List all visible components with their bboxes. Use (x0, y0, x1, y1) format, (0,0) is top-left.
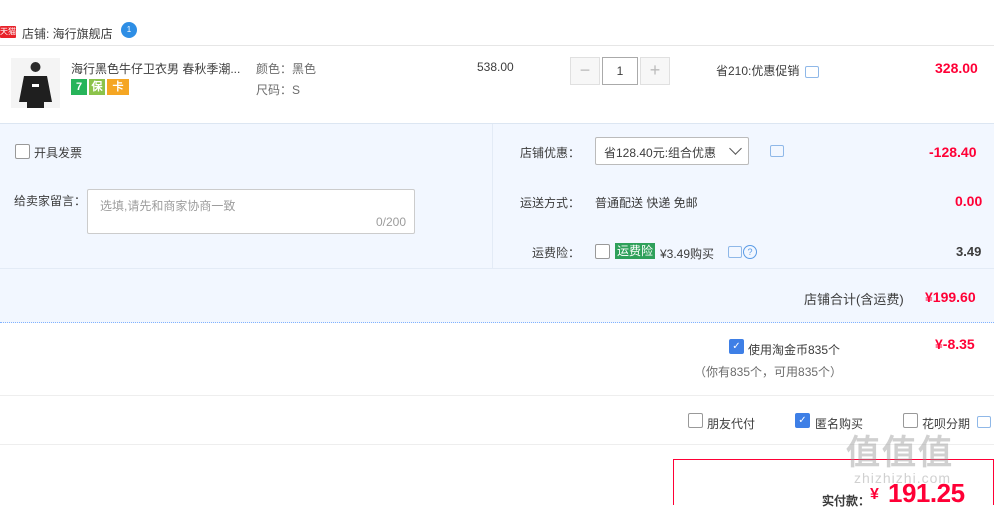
chevron-down-icon (729, 142, 742, 155)
discount-selected-value: 省128.40元:组合优惠 (604, 146, 717, 160)
sku-color: 颜色：黑色 (256, 62, 317, 76)
friend-pay-label[interactable]: 朋友代付 (707, 415, 755, 432)
shop-discount-select[interactable]: 省128.40元:组合优惠 (595, 137, 749, 165)
insurance-icons: ? (728, 244, 757, 259)
panel-divider (492, 124, 493, 268)
shop-subtotal-label: 店铺合计(含运费) (804, 292, 904, 307)
friend-pay-checkbox[interactable] (688, 413, 703, 428)
memo-char-count: 0/200 (375, 215, 406, 229)
qty-minus-button[interactable]: − (570, 57, 600, 85)
credit-card-icon[interactable]: 卡 (107, 79, 129, 95)
seven-day-return-icon[interactable]: 7 (71, 79, 87, 95)
shop-header: 天猫 店铺: 海行旗舰店 1 (0, 19, 994, 45)
payment-currency: ¥ (870, 486, 879, 503)
product-thumbnail[interactable] (11, 58, 60, 108)
promo-text: 省210:优惠促销 (716, 64, 800, 78)
coins-amount: ¥-8.35 (935, 336, 975, 352)
promo-info: 省210:优惠促销 (716, 62, 820, 79)
tmall-badge: 天猫 (0, 26, 16, 38)
help-icon[interactable]: ? (743, 244, 757, 259)
discount-amount: -128.40 (929, 144, 977, 160)
taobao-coins-row: ✓ 使用淘金币835个 （你有835个，可用835个） ¥-8.35 (0, 322, 994, 396)
watermark-sub: zhizhizhi.com (854, 470, 952, 486)
insurance-tag: 运费险 (615, 243, 656, 259)
message-icon[interactable] (728, 245, 742, 258)
insurance-checkbox[interactable] (595, 244, 610, 259)
coins-available: （你有835个，可用835个） (694, 365, 843, 379)
memo-label: 给卖家留言： (14, 194, 87, 208)
anonymous-checkbox[interactable]: ✓ (795, 413, 810, 428)
payment-options-row: 朋友代付 ✓ 匿名购买 花呗分期 (0, 396, 994, 445)
watermark: 值值值 (846, 434, 954, 472)
shipping-method: 普通配送 快递 免邮 (595, 196, 698, 210)
product-title-link[interactable]: 海行黑色牛仔卫衣男 春秋季潮... (71, 60, 240, 77)
order-options-panel: 开具发票 给卖家留言： 选填,请先和商家协商一致 0/200 店铺优惠： 省12… (0, 123, 994, 323)
message-icon[interactable] (805, 65, 820, 78)
shipping-label: 运送方式： (520, 196, 581, 210)
qty-plus-button[interactable]: + (640, 57, 670, 85)
shop-discount-label: 店铺优惠： (520, 146, 581, 160)
sku-size: 尺码：S (256, 83, 301, 97)
insurance-amount: 3.49 (956, 244, 982, 259)
quantity-stepper: −1 + (570, 57, 670, 85)
order-item-row: 海行黑色牛仔卫衣男 春秋季潮... 7保卡 颜色：黑色 尺码：S 538.00 … (0, 45, 994, 124)
unit-price: 538.00 (477, 60, 514, 74)
hoodie-image (11, 58, 60, 108)
shop-name-link[interactable]: 店铺: 海行旗舰店 (22, 25, 113, 42)
invoice-label[interactable]: 开具发票 (34, 144, 82, 161)
guarantee-icon[interactable]: 保 (89, 79, 105, 95)
insurance-label: 运费险： (532, 246, 581, 260)
panel-divider-horizontal (0, 268, 994, 269)
coins-checkbox[interactable]: ✓ (729, 339, 744, 354)
service-icons: 7保卡 (71, 79, 131, 95)
payment-label: 实付款： (822, 494, 871, 508)
item-total-price: 328.00 (935, 60, 978, 76)
seller-memo-textarea[interactable]: 选填,请先和商家协商一致 0/200 (87, 189, 415, 234)
chat-bubble-icon[interactable]: 1 (121, 22, 137, 38)
shop-subtotal-amount: ¥199.60 (925, 289, 976, 305)
message-icon[interactable] (770, 145, 784, 157)
message-icon[interactable] (977, 416, 991, 428)
shipping-amount: 0.00 (955, 193, 983, 209)
insurance-price: ¥3.49购买 (660, 247, 715, 261)
quantity-input[interactable]: 1 (602, 57, 638, 85)
invoice-checkbox[interactable] (15, 144, 30, 159)
memo-placeholder: 选填,请先和商家协商一致 (100, 199, 236, 213)
coins-label[interactable]: 使用淘金币835个 (748, 341, 840, 358)
